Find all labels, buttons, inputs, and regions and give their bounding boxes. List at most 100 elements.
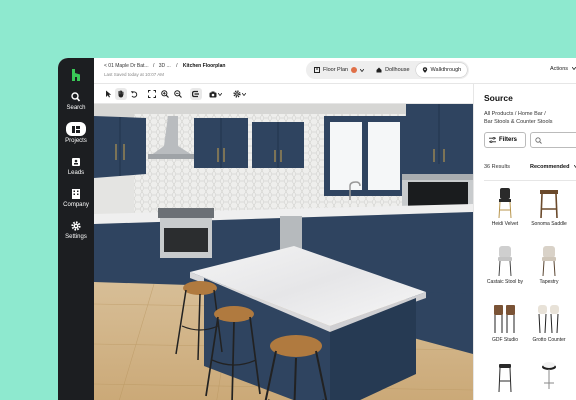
filters-label: Filters — [499, 137, 518, 143]
zoom-out-icon — [174, 90, 182, 98]
fit-tool[interactable] — [146, 88, 158, 100]
houzz-logo[interactable] — [67, 66, 85, 84]
product-image — [542, 362, 556, 389]
product-image — [498, 246, 512, 277]
product-card[interactable] — [484, 355, 526, 400]
sidebar: Search Projects Leads Company Settings — [58, 58, 94, 400]
tab-dollhouse[interactable]: Dollhouse — [370, 63, 415, 77]
breadcrumb: < 01 Maple Dr Bat... / 3D ... / Kitchen … — [104, 63, 225, 69]
sidebar-item-settings[interactable]: Settings — [58, 220, 94, 240]
toggle-tool[interactable] — [190, 88, 202, 100]
sliders-icon — [489, 137, 496, 143]
hand-tool[interactable] — [115, 88, 127, 100]
zoom-in-tool[interactable] — [159, 88, 171, 100]
sidebar-item-label: Leads — [67, 170, 85, 176]
chevron-down-icon — [360, 68, 365, 72]
breadcrumb-separator: / — [153, 63, 155, 69]
product-card[interactable]: Grotto Counter — [528, 297, 570, 351]
chevron-down-icon — [571, 66, 576, 71]
actions-menu[interactable]: Actions — [550, 66, 576, 72]
canvas-toolbar — [94, 84, 473, 104]
product-image — [538, 305, 559, 334]
tab-label: Walkthrough — [430, 67, 462, 73]
product-name: Heidi Velvet — [491, 221, 519, 227]
toggle-icon — [192, 90, 199, 98]
product-card[interactable]: Castaic Stool by — [484, 239, 526, 293]
product-name: Grotto Counter — [532, 337, 566, 343]
breadcrumb-separator: / — [176, 63, 178, 69]
product-image — [498, 364, 512, 393]
source-panel: Source All Products / Home Bar / Bar Sto… — [473, 84, 576, 400]
floorplan-icon — [314, 67, 320, 73]
search-icon — [535, 136, 542, 144]
undo-tool[interactable] — [128, 88, 140, 100]
3d-walkthrough-viewport[interactable] — [94, 104, 473, 400]
undo-icon — [130, 91, 138, 98]
filters-button[interactable]: Filters — [484, 132, 526, 148]
leads-icon — [72, 158, 80, 166]
pointer-tool[interactable] — [102, 88, 114, 100]
results-count: 36 Results — [484, 164, 510, 170]
breadcrumb-project[interactable]: < 01 Maple Dr Bat... — [104, 63, 149, 69]
product-image — [498, 188, 512, 219]
product-grid: Heidi Velvet Sonoma Saddle Castaic Stool… — [484, 180, 576, 393]
tab-walkthrough[interactable]: Walkthrough — [415, 63, 468, 77]
product-card[interactable]: Heidi Velvet — [484, 181, 526, 235]
tab-floor-plan[interactable]: Floor Plan — [308, 63, 370, 77]
sidebar-item-label: Company — [63, 202, 89, 208]
fit-icon — [148, 90, 156, 98]
hand-icon — [118, 90, 124, 98]
product-image — [494, 305, 515, 333]
camera-tool[interactable] — [207, 88, 223, 100]
tab-label: Floor Plan — [323, 67, 349, 73]
sort-dropdown[interactable]: Recommended — [530, 164, 576, 170]
product-card[interactable]: Sonoma Saddle — [528, 181, 570, 235]
product-card[interactable] — [528, 355, 570, 400]
sidebar-item-label: Projects — [65, 138, 87, 144]
product-name: Tapestry — [539, 279, 559, 285]
sidebar-item-company[interactable]: Company — [58, 188, 94, 208]
sidebar-item-label: Search — [66, 105, 86, 111]
gear-icon — [71, 221, 81, 231]
status-dot-icon — [351, 67, 358, 73]
product-name: Sonoma Saddle — [531, 221, 567, 227]
magnifier-icon — [71, 92, 81, 102]
app-window: Search Projects Leads Company Settings <… — [58, 58, 576, 400]
chevron-down-icon — [241, 92, 246, 96]
building-icon — [72, 189, 80, 199]
product-image — [542, 246, 556, 277]
category-breadcrumb: All Products / Home Bar / Bar Stools & C… — [484, 110, 576, 126]
projects-icon — [72, 125, 80, 133]
view-switcher: Floor Plan Dollhouse Walkthrough — [306, 61, 470, 79]
actions-label: Actions — [550, 66, 569, 72]
tab-label: Dollhouse — [385, 67, 410, 73]
zoom-in-icon — [161, 90, 169, 98]
product-card[interactable]: GDF Studio — [484, 297, 526, 351]
product-name: GDF Studio — [491, 337, 519, 343]
sidebar-item-projects[interactable]: Projects — [58, 122, 94, 144]
camera-icon — [209, 91, 216, 97]
chevron-down-icon — [217, 92, 222, 96]
sidebar-item-label: Settings — [65, 234, 87, 240]
breadcrumb-current: Kitchen Floorplan — [182, 63, 226, 69]
dollhouse-icon — [376, 67, 382, 73]
zoom-out-tool[interactable] — [172, 88, 184, 100]
product-name: Castaic Stool by — [486, 279, 524, 285]
settings-icon — [232, 90, 241, 98]
panel-title: Source — [484, 93, 513, 103]
top-bar: < 01 Maple Dr Bat... / 3D ... / Kitchen … — [94, 58, 576, 84]
product-card[interactable]: Tapestry — [528, 239, 570, 293]
kitchen-3d-render — [94, 104, 473, 400]
breadcrumb-3d[interactable]: 3D ... — [159, 63, 171, 69]
settings-tool[interactable] — [231, 88, 247, 100]
sidebar-item-leads[interactable]: Leads — [58, 156, 94, 176]
pointer-icon — [105, 90, 111, 98]
breadcrumb-line[interactable]: All Products / Home Bar / — [484, 110, 576, 118]
breadcrumb-line[interactable]: Bar Stools & Counter Stools — [484, 118, 576, 126]
product-image — [540, 190, 558, 219]
location-pin-icon — [422, 67, 427, 73]
product-search-input[interactable] — [530, 132, 576, 148]
sidebar-item-search[interactable]: Search — [58, 91, 94, 111]
sort-label: Recommended — [530, 164, 570, 170]
last-saved-text: Last Saved today at 10:07 AM — [104, 72, 165, 77]
